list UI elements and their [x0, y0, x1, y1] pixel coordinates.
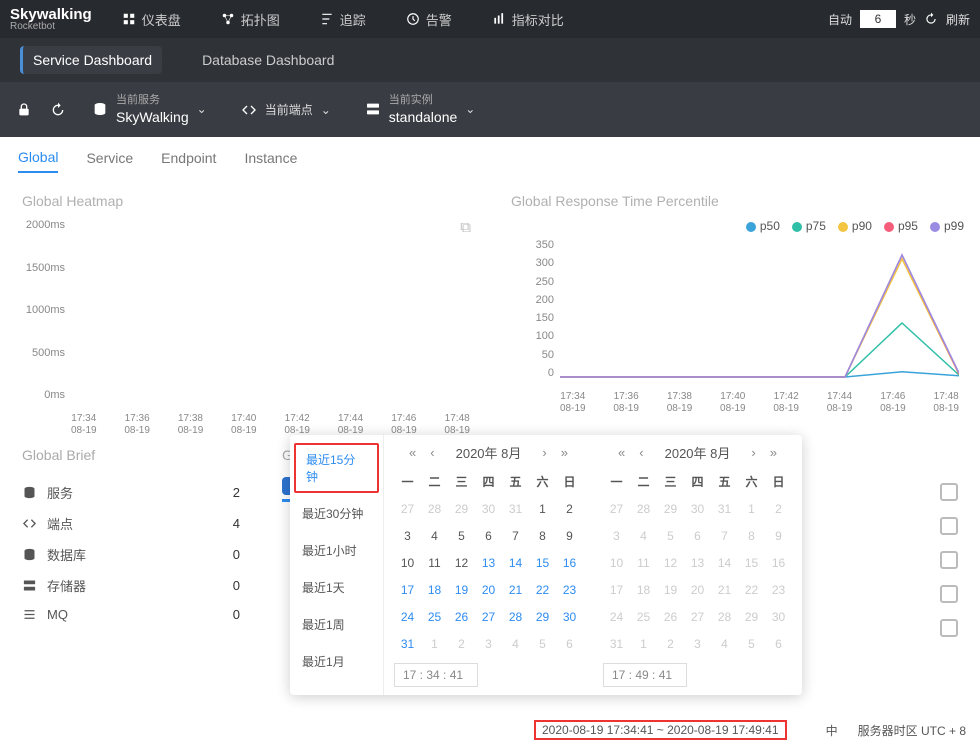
copy-icon[interactable]	[940, 551, 958, 569]
brief-row: 数据库0	[22, 539, 240, 570]
prev-month-icon[interactable]: ‹	[636, 445, 646, 460]
card-title: Global Response Time Percentile	[505, 193, 964, 209]
y-axis: 2000ms1500ms1000ms500ms0ms	[21, 219, 65, 401]
legend: p50p75p90p95p99	[505, 219, 964, 233]
copy-icon[interactable]	[940, 619, 958, 637]
prev-year-icon[interactable]: «	[615, 445, 628, 460]
nav-trace[interactable]: 追踪	[320, 10, 366, 29]
global-brief-card: Global Brief 服务2端点4数据库0存储器0MQ0	[6, 443, 256, 632]
refresh-button[interactable]: 刷新	[946, 11, 970, 28]
code-icon	[241, 102, 257, 118]
instance-selector[interactable]: 当前实例standalone ⌄	[357, 89, 484, 129]
tab-global[interactable]: Global	[18, 143, 58, 173]
tab-database-dashboard[interactable]: Database Dashboard	[192, 46, 344, 74]
quick-1h[interactable]: 最近1小时	[290, 532, 383, 569]
brief-row: 存储器0	[22, 570, 240, 601]
top-bar: Skywalking Rocketbot 仪表盘 拓扑图 追踪 告警 指标对比 …	[0, 0, 980, 38]
line-chart	[560, 239, 959, 379]
quick-1w[interactable]: 最近1周	[290, 606, 383, 643]
brief-row: MQ0	[22, 601, 240, 628]
calendar-from: «‹2020年 8月›» 一二三四五六日27282930311234567891…	[384, 435, 593, 695]
time-range[interactable]: 2020-08-19 17:34:41 ~ 2020-08-19 17:49:4…	[534, 720, 787, 740]
disk-icon	[92, 101, 108, 117]
chevron-down-icon: ⌄	[197, 102, 207, 116]
chevron-down-icon: ⌄	[321, 103, 331, 117]
quick-30m[interactable]: 最近30分钟	[290, 495, 383, 532]
toolbar: 当前服务SkyWalking ⌄ 当前端点 ⌄ 当前实例standalone ⌄	[0, 82, 980, 137]
refresh-icon[interactable]	[924, 12, 938, 26]
sub-nav: Service Dashboard Database Dashboard	[0, 38, 980, 82]
main-nav: 仪表盘 拓扑图 追踪 告警 指标对比	[122, 10, 828, 29]
prev-month-icon[interactable]: ‹	[427, 445, 437, 460]
footer: 2020-08-19 17:34:41 ~ 2020-08-19 17:49:4…	[0, 716, 980, 744]
copy-icon[interactable]	[940, 517, 958, 535]
time-to[interactable]: 17 : 49 : 41	[603, 663, 687, 687]
tab-service[interactable]: Service	[86, 144, 133, 172]
calendar-to: «‹2020年 8月›» 一二三四五六日27282930311234567891…	[593, 435, 802, 695]
copy-icon[interactable]	[940, 585, 958, 603]
nav-topology[interactable]: 拓扑图	[221, 10, 280, 29]
refresh-interval-input[interactable]	[860, 10, 896, 28]
quick-1d[interactable]: 最近1天	[290, 569, 383, 606]
endpoint-selector[interactable]: 当前端点 ⌄	[233, 97, 339, 122]
y-axis: 350300250200150100500	[510, 239, 554, 379]
logo: Skywalking Rocketbot	[10, 7, 92, 32]
brief-row: 服务2	[22, 477, 240, 508]
scope-tabs: Global Service Endpoint Instance	[0, 137, 980, 179]
reload-icon[interactable]	[50, 102, 66, 118]
lock-icon[interactable]	[16, 102, 32, 118]
chevron-down-icon: ⌄	[465, 102, 475, 116]
x-axis: 17:3408-1917:3608-1917:3808-1917:4008-19…	[560, 391, 959, 415]
copy-icons	[940, 483, 958, 637]
prev-year-icon[interactable]: «	[406, 445, 419, 460]
next-month-icon[interactable]: ›	[748, 445, 758, 460]
copy-icon[interactable]	[940, 483, 958, 501]
auto-label[interactable]: 自动	[828, 11, 852, 28]
tab-endpoint[interactable]: Endpoint	[161, 144, 216, 172]
server-icon	[365, 101, 381, 117]
nav-dashboard[interactable]: 仪表盘	[122, 10, 181, 29]
quick-15m[interactable]: 最近15分钟	[294, 443, 379, 493]
next-year-icon[interactable]: »	[767, 445, 780, 460]
lang-toggle[interactable]: 中	[826, 722, 838, 739]
global-heatmap-card: Global Heatmap ⧉ 2000ms1500ms1000ms500ms…	[6, 179, 485, 433]
tab-service-dashboard[interactable]: Service Dashboard	[20, 46, 162, 74]
brief-row: 端点4	[22, 508, 240, 539]
card-title: Global Heatmap	[16, 193, 475, 209]
tab-instance[interactable]: Instance	[244, 144, 297, 172]
service-selector[interactable]: 当前服务SkyWalking ⌄	[84, 89, 215, 129]
time-from[interactable]: 17 : 34 : 41	[394, 663, 478, 687]
next-month-icon[interactable]: ›	[539, 445, 549, 460]
next-year-icon[interactable]: »	[558, 445, 571, 460]
quick-1M[interactable]: 最近1月	[290, 643, 383, 680]
timezone: 服务器时区 UTC + 8	[858, 722, 966, 739]
datepicker-popup: 最近15分钟 最近30分钟 最近1小时 最近1天 最近1周 最近1月 «‹202…	[290, 435, 802, 695]
nav-alarm[interactable]: 告警	[406, 10, 452, 29]
percentile-card: Global Response Time Percentile p50p75p9…	[495, 179, 974, 433]
quick-ranges: 最近15分钟 最近30分钟 最近1小时 最近1天 最近1周 最近1月	[290, 435, 384, 695]
nav-compare[interactable]: 指标对比	[492, 10, 564, 29]
